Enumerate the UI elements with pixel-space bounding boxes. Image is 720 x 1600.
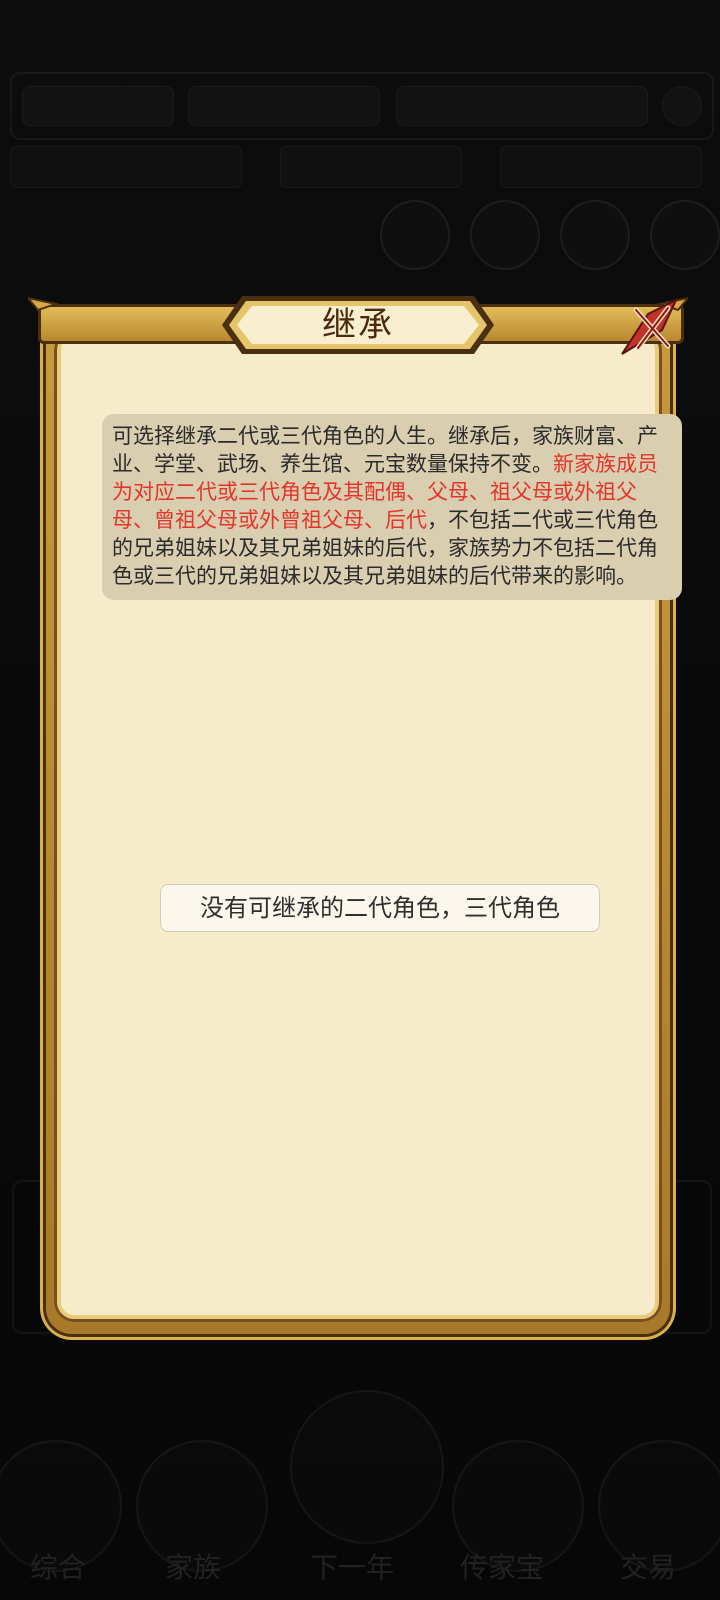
- bg-nav-label: 家族: [165, 1551, 222, 1584]
- title-plaque: 继承: [220, 292, 496, 358]
- bg-round-icon: [650, 200, 720, 270]
- bg-cell: [10, 146, 242, 188]
- close-x-icon: [621, 297, 679, 355]
- bg-nav-label: 交易: [620, 1551, 677, 1584]
- bg-round-icon: [470, 200, 540, 270]
- bg-round-icon: [560, 200, 630, 270]
- close-button[interactable]: [618, 294, 680, 360]
- bg-cell: [22, 86, 174, 126]
- inherit-dialog: 可选择继承二代或三代角色的人生。继承后，家族财富、产业、学堂、武场、养生馆、元宝…: [28, 290, 688, 1336]
- bg-resource-row: [10, 142, 710, 190]
- bg-cell: [188, 86, 380, 126]
- bg-help-icon: [662, 86, 702, 126]
- bg-cell: [280, 146, 462, 188]
- bg-nav-label: 综合: [30, 1551, 87, 1584]
- bg-status-bar: [10, 72, 714, 140]
- bg-nav-label: 下一年: [310, 1551, 395, 1584]
- bg-cell: [396, 86, 648, 126]
- inherit-description: 可选择继承二代或三代角色的人生。继承后，家族财富、产业、学堂、武场、养生馆、元宝…: [102, 414, 682, 600]
- dialog-body: 可选择继承二代或三代角色的人生。继承后，家族财富、产业、学堂、武场、养生馆、元宝…: [54, 330, 682, 1322]
- empty-state-message: 没有可继承的二代角色，三代角色: [160, 884, 600, 932]
- bg-cell: [500, 146, 702, 188]
- bg-round-icon: [380, 200, 450, 270]
- bg-nav-button: [290, 1390, 444, 1544]
- screen: 综合 家族 下一年 传家宝 交易 可选择继承二代或三代角色的人生。继承后，家族财…: [0, 0, 720, 1600]
- dialog-title: 继承: [322, 305, 394, 345]
- bg-nav-label: 传家宝: [460, 1551, 545, 1584]
